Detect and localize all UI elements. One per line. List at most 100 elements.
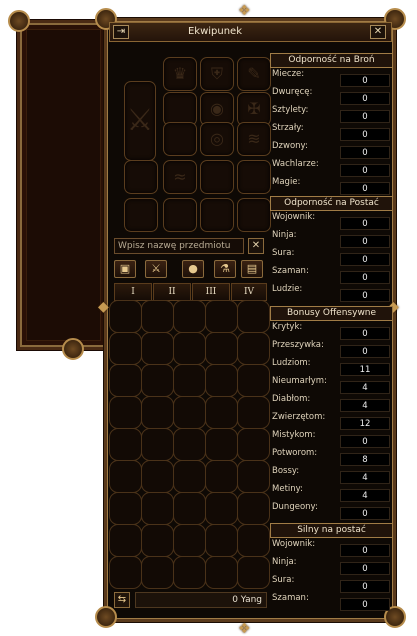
inventory-slot[interactable] bbox=[205, 524, 238, 557]
extra-slot[interactable] bbox=[200, 198, 234, 232]
extra-slot[interactable] bbox=[124, 198, 158, 232]
item-search-input[interactable]: Wpisz nazwę przedmiotu bbox=[114, 238, 244, 254]
stat-value: 0 bbox=[340, 345, 390, 358]
inventory-slot[interactable] bbox=[141, 524, 174, 557]
inventory-slot[interactable] bbox=[141, 300, 174, 333]
inventory-slot[interactable] bbox=[141, 428, 174, 461]
inventory-slot[interactable] bbox=[173, 364, 206, 397]
shoes-slot[interactable]: ◎ bbox=[200, 122, 234, 156]
inventory-slot[interactable] bbox=[237, 524, 270, 557]
stat-label: Przeszywka: bbox=[272, 340, 324, 350]
inventory-slot[interactable] bbox=[141, 556, 174, 589]
inventory-slot[interactable] bbox=[109, 332, 142, 365]
inventory-slot[interactable] bbox=[237, 492, 270, 525]
inventory-slot[interactable] bbox=[205, 364, 238, 397]
move-icon[interactable]: ⇥ bbox=[113, 25, 129, 39]
inventory-slot[interactable] bbox=[237, 364, 270, 397]
tab-page-2[interactable]: II bbox=[153, 283, 191, 301]
stat-label: Zwierzętom: bbox=[272, 412, 326, 422]
inventory-slot[interactable] bbox=[109, 396, 142, 429]
tab-page-4[interactable]: IV bbox=[231, 283, 267, 301]
inventory-slot[interactable] bbox=[141, 332, 174, 365]
stat-value: 0 bbox=[340, 164, 390, 177]
ring-slot[interactable] bbox=[163, 122, 197, 156]
stat-label: Strzały: bbox=[272, 123, 304, 133]
inventory-slot[interactable] bbox=[205, 556, 238, 589]
inventory-slot[interactable] bbox=[141, 460, 174, 493]
armor-filter-icon[interactable]: ▣ bbox=[114, 260, 136, 278]
stat-value: 0 bbox=[340, 253, 390, 266]
corner-ornament bbox=[62, 338, 84, 360]
inventory-grid bbox=[109, 300, 270, 589]
helmet-slot[interactable]: ♛ bbox=[163, 57, 197, 91]
belt-slot[interactable] bbox=[124, 160, 158, 194]
stat-label: Dwuręcę: bbox=[272, 87, 313, 97]
armor-slot[interactable]: ⛨ bbox=[200, 57, 234, 91]
glove-slot[interactable] bbox=[200, 160, 234, 194]
inventory-slot[interactable] bbox=[205, 460, 238, 493]
necklace-icon: ◉ bbox=[210, 99, 224, 118]
inventory-slot[interactable] bbox=[109, 492, 142, 525]
inventory-slot[interactable] bbox=[109, 524, 142, 557]
stat-label: Sura: bbox=[272, 248, 295, 258]
inventory-slot[interactable] bbox=[237, 556, 270, 589]
inventory-slot[interactable] bbox=[237, 396, 270, 429]
weapon-filter-icon[interactable]: ⚔ bbox=[145, 260, 167, 278]
inventory-slot[interactable] bbox=[109, 556, 142, 589]
inventory-slot[interactable] bbox=[237, 332, 270, 365]
inventory-slot[interactable] bbox=[205, 492, 238, 525]
inventory-slot[interactable] bbox=[109, 364, 142, 397]
clear-search-icon[interactable]: ✕ bbox=[248, 238, 264, 254]
chest-filter-icon[interactable]: ▤ bbox=[241, 260, 263, 278]
inventory-slot[interactable] bbox=[205, 300, 238, 333]
weapon-slot[interactable]: ⚔ bbox=[124, 81, 156, 161]
inventory-slot[interactable] bbox=[141, 492, 174, 525]
stat-value: 0 bbox=[340, 544, 390, 557]
extra-slot[interactable] bbox=[163, 198, 197, 232]
shield-slot[interactable]: ≋ bbox=[237, 122, 271, 156]
extra-slot[interactable] bbox=[237, 160, 271, 194]
inventory-slot[interactable] bbox=[237, 460, 270, 493]
stat-value: 0 bbox=[340, 598, 390, 611]
inventory-slot[interactable] bbox=[205, 396, 238, 429]
inventory-slot[interactable] bbox=[173, 300, 206, 333]
stat-label: Ninja: bbox=[272, 557, 297, 567]
exchange-icon[interactable]: ⇆ bbox=[114, 592, 130, 608]
inventory-slot[interactable] bbox=[173, 428, 206, 461]
close-icon[interactable]: ✕ bbox=[370, 25, 386, 39]
inventory-slot[interactable] bbox=[173, 524, 206, 557]
orb-filter-icon[interactable]: ● bbox=[182, 260, 204, 278]
inventory-slot[interactable] bbox=[173, 396, 206, 429]
bracelet-slot[interactable]: ✠ bbox=[237, 92, 271, 126]
necklace-slot[interactable]: ◉ bbox=[200, 92, 234, 126]
inventory-slot[interactable] bbox=[237, 428, 270, 461]
pendant-slot[interactable]: ≈ bbox=[163, 160, 197, 194]
potion-filter-icon[interactable]: ⚗ bbox=[214, 260, 236, 278]
inventory-slot[interactable] bbox=[173, 460, 206, 493]
inventory-slot[interactable] bbox=[205, 428, 238, 461]
stat-label: Wachlarze: bbox=[272, 159, 319, 169]
class-resist-header: Odporność na Postać bbox=[270, 196, 393, 211]
inventory-slot[interactable] bbox=[109, 428, 142, 461]
window-title: Ekwipunek bbox=[187, 26, 243, 37]
inventory-slot[interactable] bbox=[173, 556, 206, 589]
tab-page-3[interactable]: III bbox=[192, 283, 230, 301]
inventory-slot[interactable] bbox=[109, 460, 142, 493]
inventory-slot[interactable] bbox=[205, 332, 238, 365]
stat-label: Mistykom: bbox=[272, 430, 316, 440]
stat-label: Sura: bbox=[272, 575, 295, 585]
inventory-slot[interactable] bbox=[109, 300, 142, 333]
tab-page-1[interactable]: I bbox=[114, 283, 152, 301]
extra-slot[interactable] bbox=[237, 198, 271, 232]
inventory-slot[interactable] bbox=[173, 492, 206, 525]
helmet-icon: ♛ bbox=[172, 64, 188, 83]
inventory-slot[interactable] bbox=[237, 300, 270, 333]
inventory-slot[interactable] bbox=[141, 396, 174, 429]
inventory-slot[interactable] bbox=[141, 364, 174, 397]
stat-label: Sztylety: bbox=[272, 105, 309, 115]
earring-slot[interactable] bbox=[163, 92, 197, 126]
stat-label: Metiny: bbox=[272, 484, 303, 494]
inventory-slot[interactable] bbox=[173, 332, 206, 365]
costume-slot[interactable]: ✎ bbox=[237, 57, 271, 91]
stat-label: Potworom: bbox=[272, 448, 318, 458]
